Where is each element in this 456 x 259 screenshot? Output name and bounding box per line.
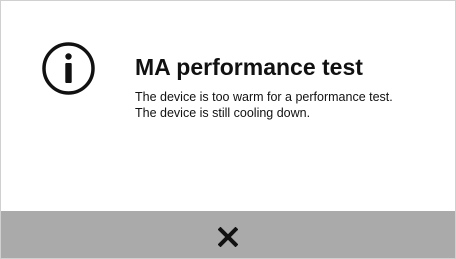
message-line: The device is still cooling down. (135, 106, 311, 120)
info-icon (42, 42, 95, 95)
message-line: The device is too warm for a performance… (135, 90, 393, 104)
dialog-message: The device is too warm for a performance… (135, 89, 435, 121)
dialog-title: MA performance test (135, 54, 363, 80)
close-icon (218, 226, 238, 247)
close-button[interactable] (1, 211, 455, 258)
warning-dialog: MA performance test The device is too wa… (0, 0, 456, 259)
